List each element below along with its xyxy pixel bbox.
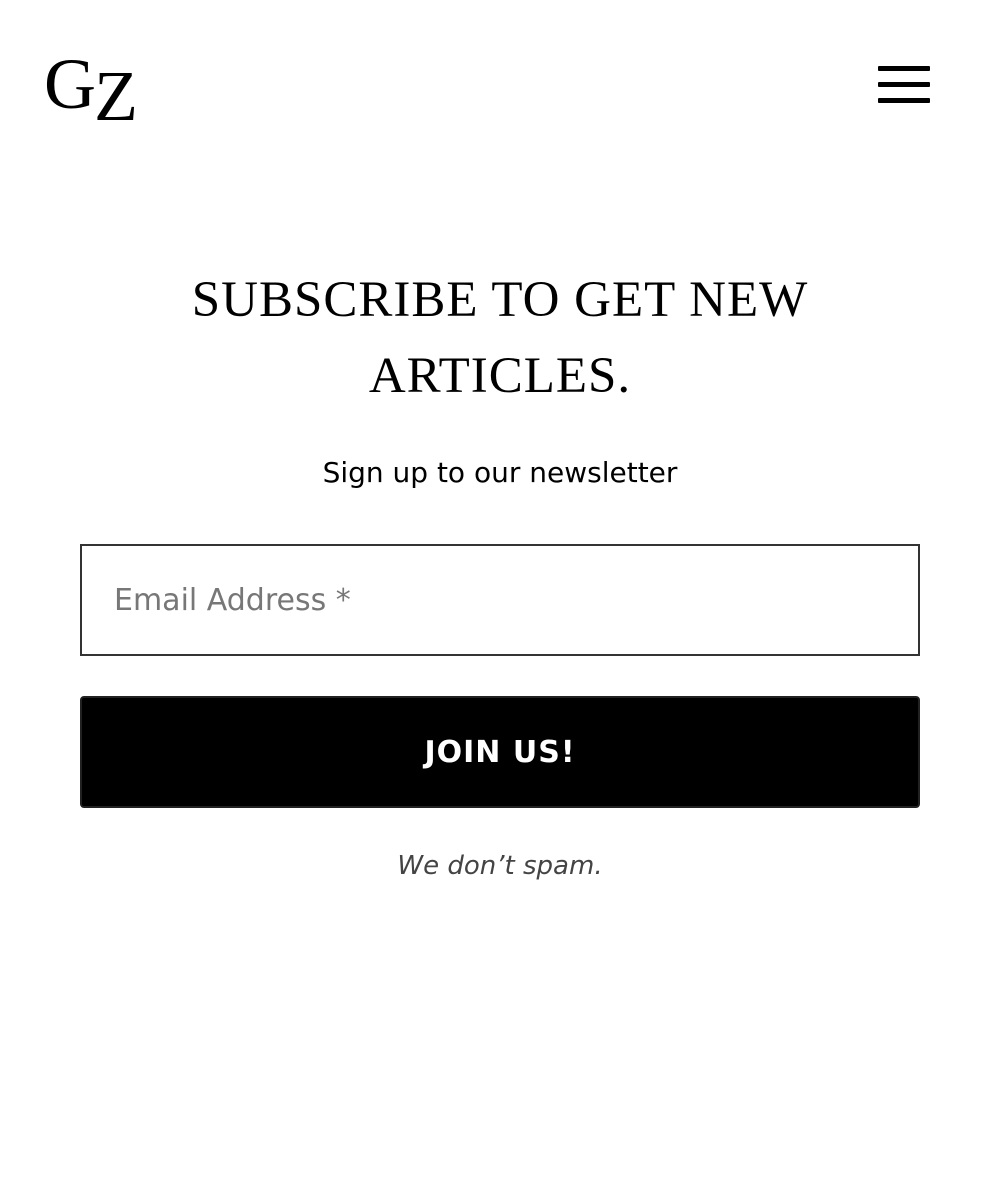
menu-bar-top [878,66,930,71]
menu-bar-bottom [878,98,930,103]
logo-letter-z: Z [94,56,138,136]
email-field[interactable] [80,544,920,656]
newsletter-subtitle: Sign up to our newsletter [322,456,678,489]
hamburger-menu-icon[interactable] [878,66,930,106]
no-spam-note: We don’t spam. [397,851,603,881]
join-button[interactable]: JOIN US! [80,696,920,808]
site-logo[interactable]: G Z [44,44,144,132]
logo-letter-g: G [44,44,96,124]
newsletter-headline: SUBSCRIBE TO GET NEW ARTICLES. [191,272,809,404]
menu-bar-middle [878,82,930,87]
